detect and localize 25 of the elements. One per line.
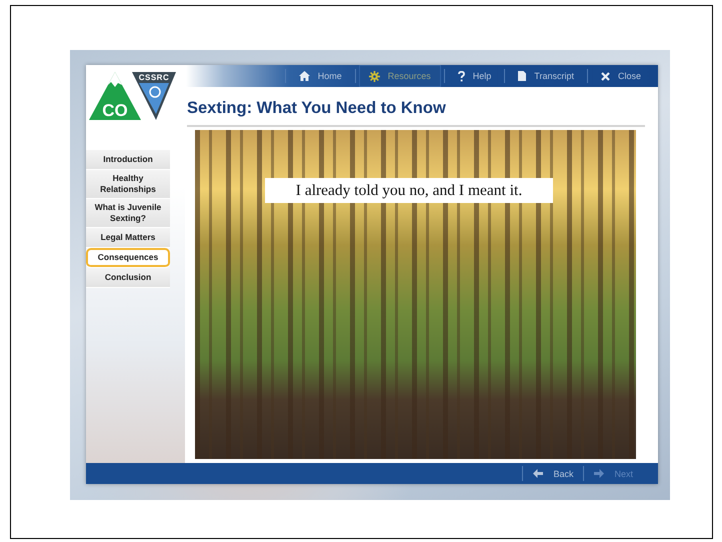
shield-logo bbox=[132, 72, 176, 120]
logo-text: CO bbox=[102, 101, 128, 120]
home-icon bbox=[298, 71, 310, 81]
resources-button[interactable]: Resources bbox=[358, 65, 441, 87]
question-mark-icon bbox=[458, 70, 465, 82]
gear-icon bbox=[368, 70, 380, 82]
mountain-logo bbox=[89, 72, 141, 120]
arrow-left-icon bbox=[533, 469, 544, 478]
help-button[interactable]: Help bbox=[448, 65, 502, 87]
logo-text: CSSRC bbox=[138, 73, 170, 82]
menu-item[interactable]: Introduction bbox=[86, 150, 170, 170]
menu-item[interactable]: Legal Matters bbox=[86, 228, 170, 248]
menu-item[interactable]: Healthy Relationships bbox=[86, 170, 170, 199]
back-button[interactable]: Back bbox=[523, 463, 584, 484]
slide-caption: I already told you no, and I meant it. bbox=[265, 178, 553, 203]
menu-item[interactable]: Conclusion bbox=[86, 268, 170, 288]
page-title: Sexting: What You Need to Know bbox=[187, 99, 447, 119]
menu-item[interactable]: What is Juvenile Sexting? bbox=[86, 199, 170, 228]
close-button[interactable]: Close bbox=[590, 65, 651, 87]
close-icon bbox=[600, 72, 610, 80]
home-button[interactable]: Home bbox=[288, 65, 352, 87]
document-icon bbox=[518, 71, 526, 81]
menu-item[interactable]: Consequences bbox=[86, 248, 170, 268]
transcript-button[interactable]: Transcript bbox=[508, 65, 584, 87]
arrow-right-icon bbox=[594, 469, 604, 478]
